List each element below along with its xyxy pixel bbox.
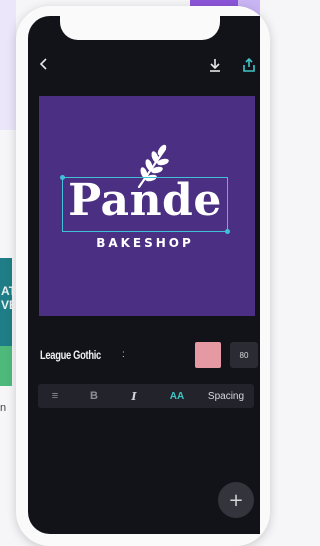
back-button[interactable] [36, 56, 52, 72]
add-button[interactable]: + [218, 482, 254, 518]
align-icon: ≡ [51, 390, 59, 402]
background-template-card: AT VE [0, 258, 12, 386]
italic-button[interactable]: I [126, 384, 142, 408]
template-card-text: AT [1, 284, 12, 298]
font-controls: League Gothic : 80 [40, 340, 258, 372]
plus-icon: + [228, 489, 244, 511]
font-size-input[interactable]: 80 [230, 342, 258, 368]
spacing-button[interactable]: Spacing [202, 384, 250, 408]
logo-title-text[interactable]: Pande [60, 174, 230, 228]
align-button[interactable]: ≡ [44, 384, 66, 408]
chevron-left-icon [39, 58, 47, 70]
template-card-text: VE [1, 298, 12, 312]
case-button[interactable]: AA [166, 384, 188, 408]
text-format-toolbar: ≡ B I AA Spacing [38, 384, 254, 408]
background-caption: n [0, 402, 7, 414]
case-label: AA [169, 390, 185, 402]
italic-icon: I [131, 389, 137, 403]
phone-notch [60, 12, 220, 40]
spacing-label: Spacing [207, 390, 245, 402]
bold-icon: B [90, 390, 98, 402]
share-icon [243, 58, 255, 72]
logo-subtitle-text[interactable]: BAKESHOP [60, 236, 230, 250]
download-button[interactable] [206, 56, 224, 74]
template-card-stripe [0, 346, 12, 386]
selection-handle[interactable] [225, 229, 230, 234]
download-icon [210, 59, 220, 72]
text-color-swatch[interactable] [195, 342, 221, 368]
font-selector[interactable]: League Gothic [40, 348, 101, 362]
share-button[interactable] [240, 56, 258, 74]
background-panel [0, 0, 16, 130]
font-dropdown-icon[interactable]: : [122, 349, 125, 360]
bold-button[interactable]: B [86, 384, 102, 408]
